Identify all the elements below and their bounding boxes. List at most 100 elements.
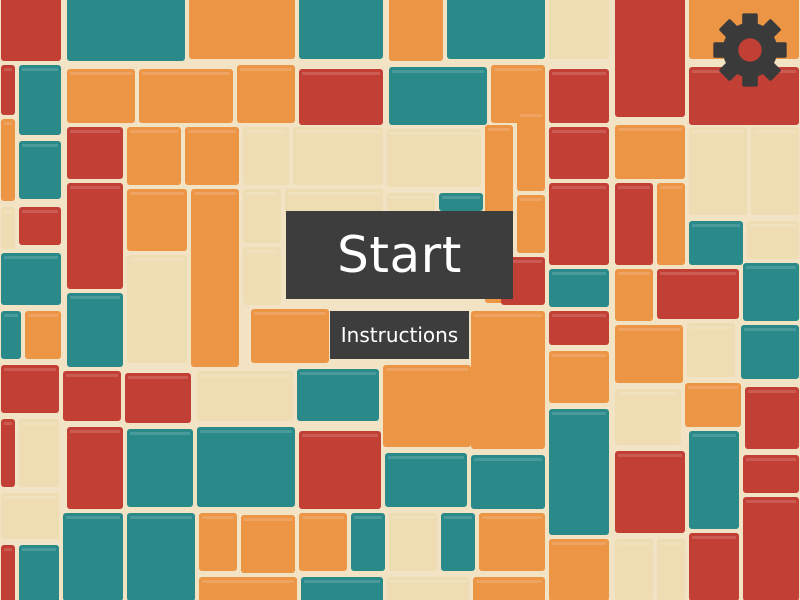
settings-button[interactable] [711, 11, 789, 89]
mosaic-tile [199, 513, 237, 571]
mosaic-tile-highlight [288, 192, 380, 195]
mosaic-tile-highlight [520, 114, 542, 117]
mosaic-tile [745, 387, 799, 449]
mosaic-tile [237, 65, 295, 123]
mosaic-tile-highlight [188, 130, 236, 133]
mosaic-tile [197, 427, 295, 507]
mosaic-tile [1, 545, 15, 600]
mosaic-tile [25, 311, 61, 359]
mosaic-tile-highlight [552, 186, 606, 189]
mosaic-tile-highlight [22, 144, 58, 147]
mosaic-tile-highlight [618, 186, 650, 189]
mosaic-tile [1, 493, 59, 539]
mosaic-tile-highlight [552, 314, 606, 317]
mosaic-tile-highlight [746, 458, 796, 461]
mosaic-tile-highlight [618, 542, 650, 545]
mosaic-tile [1, 207, 15, 249]
mosaic-tile [297, 369, 379, 421]
mosaic-tile [471, 455, 545, 509]
mosaic-tile-highlight [130, 258, 184, 261]
mosaic-tile-highlight [754, 130, 796, 133]
mosaic-tile [615, 325, 683, 383]
mosaic-tile [67, 0, 185, 61]
mosaic-tile-highlight [692, 434, 736, 437]
mosaic-tile [67, 427, 123, 509]
mosaic-tile-highlight [618, 392, 678, 395]
mosaic-tile [1, 65, 15, 115]
mosaic-tile-highlight [390, 196, 432, 199]
mosaic-tile-highlight [130, 130, 178, 133]
mosaic-tile-highlight [22, 210, 58, 213]
mosaic-tile-highlight [618, 328, 680, 331]
mosaic-tile-highlight [494, 68, 542, 71]
mosaic-tile-highlight [130, 516, 192, 519]
mosaic-tile-highlight [692, 536, 736, 539]
mosaic-tile-highlight [296, 130, 380, 133]
mosaic-tile [387, 193, 435, 211]
mosaic-tile-highlight [200, 430, 292, 433]
mosaic-tile-highlight [22, 422, 56, 425]
mosaic-tile [549, 69, 609, 123]
mosaic-tile [299, 69, 383, 125]
mosaic-tile [615, 0, 685, 117]
mosaic-tile-highlight [70, 72, 132, 75]
start-button[interactable]: Start [286, 211, 513, 299]
mosaic-tile [1, 0, 61, 61]
mosaic-tile [243, 127, 289, 185]
mosaic-tile [549, 539, 609, 600]
mosaic-tile-highlight [744, 328, 796, 331]
mosaic-tile-highlight [22, 68, 58, 71]
mosaic-tile-highlight [142, 72, 230, 75]
mosaic-tile-highlight [302, 72, 380, 75]
mosaic-tile-highlight [552, 272, 606, 275]
mosaic-tile-highlight [482, 516, 542, 519]
mosaic-tile [689, 127, 747, 215]
mosaic-tile-highlight [302, 516, 344, 519]
mosaic-tile-highlight [240, 68, 292, 71]
mosaic-tile-highlight [4, 422, 12, 425]
mosaic-tile [517, 195, 545, 253]
mosaic-tile-highlight [246, 192, 278, 195]
instructions-button[interactable]: Instructions [330, 311, 469, 359]
mosaic-tile [127, 127, 181, 185]
mosaic-tile-highlight [388, 456, 464, 459]
mosaic-tile [299, 0, 383, 59]
mosaic-tile-highlight [690, 326, 732, 329]
mosaic-tile-highlight [244, 518, 292, 521]
mosaic-tile-highlight [246, 130, 286, 133]
mosaic-tile-highlight [488, 128, 510, 131]
mosaic-tile [197, 371, 293, 421]
mosaic-tile [615, 125, 685, 179]
mosaic-tile-highlight [618, 272, 650, 275]
mosaic-tile [67, 183, 123, 289]
mosaic-tile [19, 545, 59, 600]
mosaic-tile [293, 127, 383, 185]
mosaic-tile-highlight [660, 542, 682, 545]
mosaic-tile [549, 409, 609, 535]
mosaic-tile-highlight [254, 312, 326, 315]
mosaic-tile [1, 419, 15, 487]
mosaic-tile-highlight [552, 130, 606, 133]
mosaic-tile [479, 513, 545, 571]
mosaic-tile-highlight [390, 580, 466, 583]
mosaic-tile-highlight [130, 192, 184, 195]
mosaic-tile-highlight [66, 516, 120, 519]
mosaic-tile [389, 513, 437, 571]
mosaic-tile-highlight [552, 72, 606, 75]
mosaic-tile-highlight [202, 516, 234, 519]
mosaic-tile [63, 513, 123, 600]
mosaic-tile [447, 0, 545, 59]
mosaic-tile-highlight [660, 272, 736, 275]
mosaic-tile [615, 451, 685, 533]
mosaic-tile-highlight [390, 132, 478, 135]
mosaic-tile-highlight [4, 496, 56, 499]
mosaic-tile [751, 127, 799, 215]
mosaic-tile [689, 221, 743, 265]
mosaic-tile-highlight [304, 580, 380, 583]
mosaic-tile-highlight [748, 390, 796, 393]
mosaic-tile-highlight [474, 458, 542, 461]
mosaic-tile-highlight [300, 372, 376, 375]
mosaic-tile [549, 127, 609, 179]
mosaic-tile-highlight [746, 266, 796, 269]
mosaic-tile [471, 311, 545, 449]
